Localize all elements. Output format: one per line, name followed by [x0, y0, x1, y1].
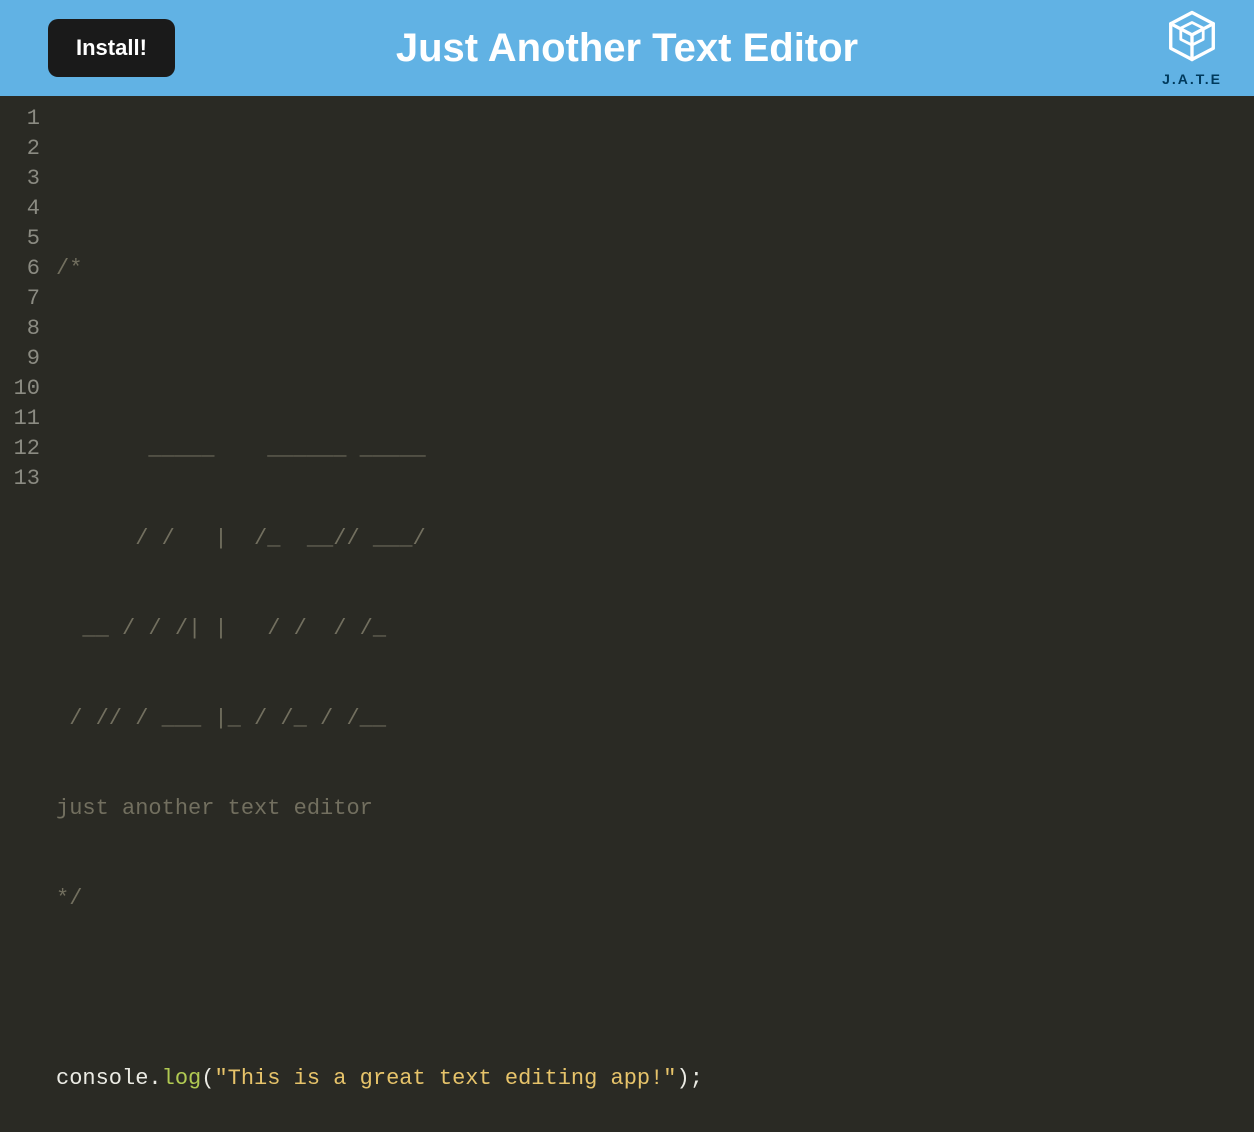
code-editor[interactable]: 1 2 3 4 5 6 7 8 9 10 11 12 13 /* _____ _…: [0, 96, 1254, 1132]
code-line: console.log("This is a great text editin…: [56, 1064, 1254, 1094]
app-header: Install! Just Another Text Editor J.A.T.…: [0, 0, 1254, 96]
code-line: [56, 974, 1254, 1004]
code-line: */: [56, 884, 1254, 914]
app-logo: J.A.T.E: [1162, 8, 1222, 87]
logo-label: J.A.T.E: [1162, 71, 1222, 87]
line-number: 2: [12, 134, 40, 164]
line-number: 11: [12, 404, 40, 434]
line-number: 9: [12, 344, 40, 374]
cube-icon: [1164, 8, 1220, 64]
code-line: just another text editor: [56, 794, 1254, 824]
line-number: 8: [12, 314, 40, 344]
line-number-gutter: 1 2 3 4 5 6 7 8 9 10 11 12 13: [0, 96, 48, 1132]
code-line: [56, 344, 1254, 374]
code-line: [56, 164, 1254, 194]
code-line: /*: [56, 254, 1254, 284]
line-number: 10: [12, 374, 40, 404]
line-number: 1: [12, 104, 40, 134]
code-line: / // / ___ |_ / /_ / /__: [56, 704, 1254, 734]
code-line: __ / / /| | / / / /_: [56, 614, 1254, 644]
line-number: 6: [12, 254, 40, 284]
app-title: Just Another Text Editor: [396, 26, 858, 71]
line-number: 3: [12, 164, 40, 194]
code-line: / / | /_ __// ___/: [56, 524, 1254, 554]
line-number: 7: [12, 284, 40, 314]
code-content[interactable]: /* _____ ______ _____ / / | /_ __// ___/…: [48, 96, 1254, 1132]
line-number: 13: [12, 464, 40, 494]
install-button[interactable]: Install!: [48, 19, 175, 77]
line-number: 4: [12, 194, 40, 224]
code-line: _____ ______ _____: [56, 434, 1254, 464]
line-number: 12: [12, 434, 40, 464]
line-number: 5: [12, 224, 40, 254]
